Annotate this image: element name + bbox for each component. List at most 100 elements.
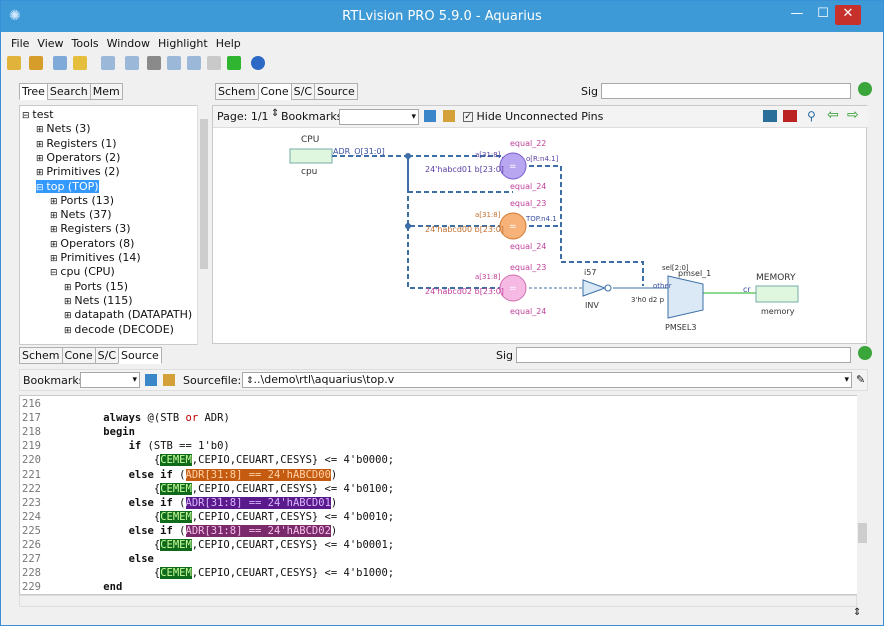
source-hscrollbar[interactable]: [19, 595, 857, 607]
expand-icon[interactable]: ⊞: [50, 240, 60, 250]
maximize-button[interactable]: ☐: [810, 5, 836, 25]
menu-tools[interactable]: Tools: [68, 35, 103, 53]
tab-search[interactable]: Search: [46, 83, 91, 100]
expand-icon[interactable]: ⊞: [64, 311, 74, 321]
tab-source[interactable]: Source: [314, 83, 358, 100]
expand-icon[interactable]: ⊞: [50, 197, 60, 207]
tree-node[interactable]: ⊟ cpu (CPU): [50, 265, 115, 278]
tree-node[interactable]: ⊞ Operators (8): [50, 237, 134, 250]
tab-mem[interactable]: Mem: [89, 83, 123, 100]
expand-icon[interactable]: ⊞: [50, 254, 60, 264]
go-icon-bottom[interactable]: [858, 346, 872, 360]
tree-node[interactable]: ⊞ Nets (3): [36, 122, 91, 135]
src-bookmark-remove-icon[interactable]: [163, 374, 175, 386]
src-bookmarks-select[interactable]: ▾: [80, 372, 140, 388]
tree-node[interactable]: ⊟ top (TOP): [36, 179, 99, 193]
bookmark-remove-icon[interactable]: [443, 110, 455, 122]
tab-cone[interactable]: Cone: [257, 83, 292, 100]
source-scrollbar[interactable]: [857, 395, 868, 595]
expand-icon[interactable]: ⊞: [64, 326, 74, 336]
expand-icon[interactable]: ⊞: [36, 140, 46, 150]
edit-icon[interactable]: ✎: [856, 373, 865, 386]
source-scroll-thumb[interactable]: [858, 523, 867, 543]
tab-schem-bottom[interactable]: Schem: [19, 347, 63, 364]
back-icon[interactable]: ⇦: [827, 107, 839, 123]
equal-22-bot: equal_24: [510, 182, 546, 191]
sig-input[interactable]: [601, 83, 851, 99]
close-button[interactable]: ✕: [835, 5, 861, 25]
folder-icon[interactable]: [73, 56, 87, 70]
tree-scroll-thumb[interactable]: [200, 119, 208, 269]
tab-sc-bottom[interactable]: S/C: [94, 347, 120, 364]
go-icon[interactable]: [858, 82, 872, 96]
minimize-button[interactable]: —: [784, 5, 810, 25]
menu-file[interactable]: File: [1, 35, 33, 53]
inv-gate[interactable]: [582, 279, 607, 297]
forward-icon[interactable]: ⇨: [847, 107, 859, 123]
tab-sc[interactable]: S/C: [290, 83, 316, 100]
tree-node-label: Registers (1): [46, 136, 117, 150]
expand-icon[interactable]: ⊞: [50, 225, 60, 235]
bookmark-add-icon[interactable]: [424, 110, 436, 122]
schem-tool-icon-1[interactable]: [763, 110, 777, 122]
expand-icon[interactable]: ⊞: [36, 154, 46, 164]
mux-pmsel3[interactable]: [667, 275, 704, 319]
menu-highlight[interactable]: Highlight: [154, 35, 212, 53]
tree-node[interactable]: ⊞ Registers (1): [36, 137, 117, 150]
source-code-panel[interactable]: 216 217 always @(STB or ADR) 218 begin 219 …: [19, 395, 868, 595]
collapse-icon[interactable]: ⊟: [36, 183, 46, 193]
tree-node[interactable]: ⊞ datapath (DATAPATH): [64, 308, 192, 321]
load-icon[interactable]: [29, 56, 43, 70]
bookmarks-select[interactable]: ▾: [339, 109, 419, 125]
grid-icon[interactable]: [101, 56, 115, 70]
chevron-down-icon: ▾: [411, 112, 416, 122]
sig-input-bottom[interactable]: [516, 347, 851, 363]
tree-node[interactable]: ⊟ test: [22, 108, 54, 121]
expand-icon[interactable]: ⊞: [64, 297, 74, 307]
tab-source-bottom[interactable]: Source: [118, 347, 162, 364]
page-spinner-icon[interactable]: ⇕: [271, 108, 279, 119]
memory-block[interactable]: [755, 285, 799, 303]
tree-node-label: Nets (115): [74, 293, 133, 307]
sourcefile-select[interactable]: ⇕..\demo\rtl\aquarius\top.v ▾: [242, 372, 852, 388]
resize-spinner-icon[interactable]: ⇕: [853, 607, 861, 618]
tree-node[interactable]: ⊞ decode (DECODE): [64, 323, 174, 336]
menu-view[interactable]: View: [33, 35, 67, 53]
tree-scrollbar[interactable]: [197, 105, 209, 345]
open-icon[interactable]: [7, 56, 21, 70]
tree-node[interactable]: ⊞ Ports (15): [64, 280, 128, 293]
print-icon[interactable]: [147, 56, 161, 70]
net-adr-1[interactable]: [332, 155, 513, 193]
tree-node[interactable]: ⊞ Nets (115): [64, 294, 133, 307]
expand-icon[interactable]: ⊞: [36, 125, 46, 135]
tab-schem[interactable]: Schem: [215, 83, 259, 100]
cpu-block[interactable]: [289, 148, 333, 164]
frame-icon[interactable]: [187, 56, 201, 70]
tree-node[interactable]: ⊞ Primitives (2): [36, 165, 120, 178]
expand-icon[interactable]: ⊞: [50, 211, 60, 221]
collapse-icon[interactable]: ⊟: [50, 268, 60, 278]
tab-tree[interactable]: Tree: [19, 83, 48, 100]
doc-icon[interactable]: [53, 56, 67, 70]
tree-node[interactable]: ⊞ Ports (13): [50, 194, 114, 207]
zoom-icon[interactable]: ⚲: [807, 109, 816, 123]
export-icon[interactable]: [167, 56, 181, 70]
menu-help[interactable]: Help: [212, 35, 245, 53]
schematic-canvas[interactable]: CPU cpu ADR_O[31:0] = equal_22 equal_24 …: [213, 128, 866, 343]
expand-icon[interactable]: ⊞: [36, 168, 46, 178]
collapse-icon[interactable]: ⊟: [22, 111, 32, 121]
tree-node[interactable]: ⊞ Registers (3): [50, 222, 131, 235]
tree-node[interactable]: ⊞ Primitives (14): [50, 251, 141, 264]
tree-node[interactable]: ⊞ Operators (2): [36, 151, 120, 164]
window-icon[interactable]: [125, 56, 139, 70]
run-icon[interactable]: [227, 56, 241, 70]
schem-tool-icon-2[interactable]: [783, 110, 797, 122]
tab-cone-bottom[interactable]: Cone: [61, 347, 96, 364]
hide-pins-checkbox[interactable]: ✓ Hide Unconnected Pins: [463, 110, 603, 123]
src-bookmark-add-icon[interactable]: [145, 374, 157, 386]
expand-icon[interactable]: ⊞: [64, 283, 74, 293]
menu-window[interactable]: Window: [103, 35, 154, 53]
tool-icon[interactable]: [207, 56, 221, 70]
tree-node[interactable]: ⊞ Nets (37): [50, 208, 112, 221]
info-icon[interactable]: [251, 56, 265, 70]
